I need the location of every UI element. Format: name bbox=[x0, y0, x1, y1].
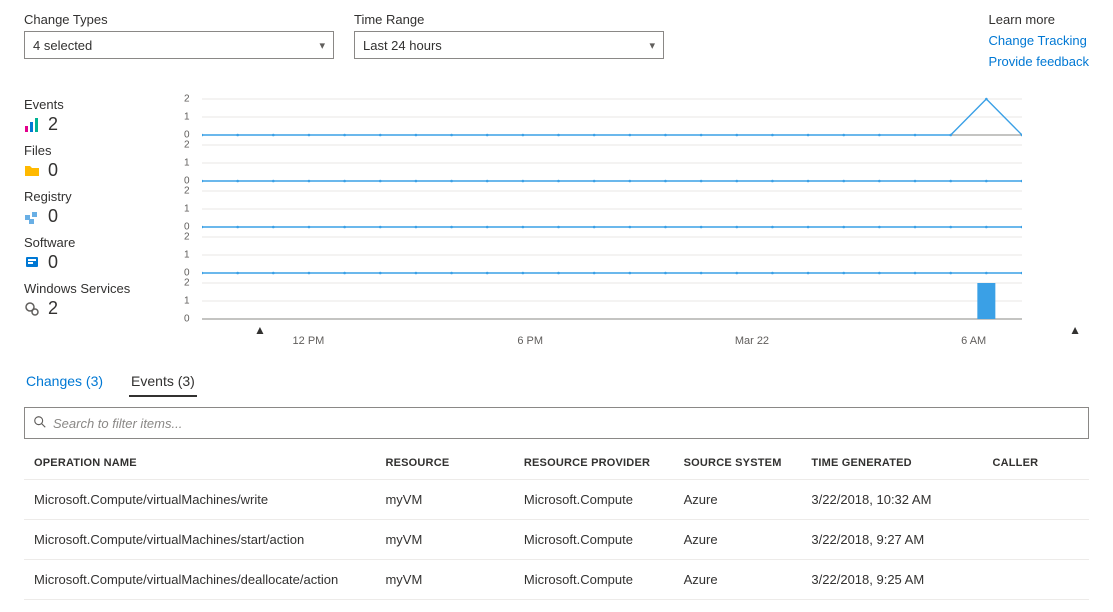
summary-events[interactable]: Events 2 bbox=[24, 97, 154, 135]
col-time[interactable]: TIME GENERATED bbox=[801, 447, 982, 480]
xaxis-label: Mar 22 bbox=[735, 335, 769, 347]
summary-software[interactable]: Software 0 bbox=[24, 235, 154, 273]
chart-svg bbox=[202, 189, 1022, 229]
table-row[interactable]: Microsoft.Compute/virtualMachines/start/… bbox=[24, 520, 1089, 560]
cell-res: myVM bbox=[375, 480, 513, 520]
range-handle-left[interactable]: ▲ bbox=[254, 323, 266, 337]
chart-row: 210 bbox=[174, 143, 1089, 189]
cell-caller bbox=[982, 520, 1089, 560]
summary-events-count: 2 bbox=[48, 114, 58, 135]
ytick: 2 bbox=[184, 232, 190, 243]
ytick: 0 bbox=[184, 314, 190, 325]
xaxis-label: 6 PM bbox=[517, 335, 543, 347]
summary-registry-count: 0 bbox=[48, 206, 58, 227]
cell-time: 3/22/2018, 9:25 AM bbox=[801, 560, 982, 600]
cell-src: Azure bbox=[674, 520, 802, 560]
ytick: 1 bbox=[184, 158, 190, 169]
registry-icon bbox=[24, 209, 40, 225]
cell-prov: Microsoft.Compute bbox=[514, 480, 674, 520]
ytick: 2 bbox=[184, 186, 190, 197]
cell-caller bbox=[982, 560, 1089, 600]
summary-files[interactable]: Files 0 bbox=[24, 143, 154, 181]
tab-changes[interactable]: Changes (3) bbox=[24, 367, 105, 397]
chart-svg bbox=[202, 143, 1022, 183]
chevron-down-icon: ▾ bbox=[319, 39, 325, 52]
ytick: 1 bbox=[184, 112, 190, 123]
cell-op: Microsoft.Compute/virtualMachines/deallo… bbox=[24, 560, 375, 600]
chart-row: 2 1 0 bbox=[174, 281, 1089, 327]
range-handle-right[interactable]: ▲ bbox=[1069, 323, 1081, 337]
gear-icon bbox=[24, 301, 40, 317]
table-row[interactable]: Microsoft.Compute/virtualMachines/deallo… bbox=[24, 560, 1089, 600]
cell-res: myVM bbox=[375, 560, 513, 600]
chart-row: 210 bbox=[174, 235, 1089, 281]
chart-svg bbox=[202, 235, 1022, 275]
cell-op: Microsoft.Compute/virtualMachines/start/… bbox=[24, 520, 375, 560]
ytick: 1 bbox=[184, 250, 190, 261]
chevron-down-icon: ▾ bbox=[649, 39, 655, 52]
folder-icon bbox=[24, 163, 40, 179]
summary-registry[interactable]: Registry 0 bbox=[24, 189, 154, 227]
cell-time: 3/22/2018, 10:32 AM bbox=[801, 480, 982, 520]
cell-src: Azure bbox=[674, 480, 802, 520]
software-icon bbox=[24, 255, 40, 271]
xaxis-label: 12 PM bbox=[293, 335, 325, 347]
time-range-dropdown[interactable]: Last 24 hours ▾ bbox=[354, 31, 664, 59]
summary-registry-label: Registry bbox=[24, 189, 154, 204]
ytick: 2 bbox=[184, 94, 190, 105]
cell-src: Azure bbox=[674, 560, 802, 600]
col-resource[interactable]: RESOURCE bbox=[375, 447, 513, 480]
summary-files-label: Files bbox=[24, 143, 154, 158]
summary-files-count: 0 bbox=[48, 160, 58, 181]
search-input[interactable] bbox=[53, 416, 1080, 431]
cell-prov: Microsoft.Compute bbox=[514, 560, 674, 600]
col-caller[interactable]: CALLER bbox=[982, 447, 1089, 480]
change-types-dropdown[interactable]: 4 selected ▾ bbox=[24, 31, 334, 59]
summary-services-label: Windows Services bbox=[24, 281, 154, 296]
summary-services-count: 2 bbox=[48, 298, 58, 319]
bar-chart-icon bbox=[24, 117, 40, 133]
summary-software-count: 0 bbox=[48, 252, 58, 273]
ytick: 1 bbox=[184, 204, 190, 215]
ytick: 1 bbox=[184, 296, 190, 307]
cell-op: Microsoft.Compute/virtualMachines/write bbox=[24, 480, 375, 520]
search-icon bbox=[33, 415, 47, 432]
col-operation[interactable]: OPERATION NAME bbox=[24, 447, 375, 480]
change-tracking-link[interactable]: Change Tracking bbox=[989, 33, 1089, 48]
col-provider[interactable]: RESOURCE PROVIDER bbox=[514, 447, 674, 480]
search-box[interactable] bbox=[24, 407, 1089, 439]
col-source[interactable]: SOURCE SYSTEM bbox=[674, 447, 802, 480]
time-range-value: Last 24 hours bbox=[363, 38, 442, 53]
summary-events-label: Events bbox=[24, 97, 154, 112]
chart-svg bbox=[202, 281, 1022, 321]
change-types-value: 4 selected bbox=[33, 38, 92, 53]
chart-row: 210 bbox=[174, 97, 1089, 143]
cell-prov: Microsoft.Compute bbox=[514, 520, 674, 560]
summary-services[interactable]: Windows Services 2 bbox=[24, 281, 154, 319]
learn-more-label: Learn more bbox=[989, 12, 1089, 27]
ytick: 2 bbox=[184, 278, 190, 289]
tab-events[interactable]: Events (3) bbox=[129, 367, 197, 397]
chart-svg bbox=[202, 97, 1022, 137]
charts-panel: 210210210210210 ▲ ▲ 12 PM 6 PM Mar 22 6 … bbox=[174, 97, 1089, 353]
xaxis-label: 6 AM bbox=[961, 335, 986, 347]
provide-feedback-link[interactable]: Provide feedback bbox=[989, 54, 1089, 69]
cell-time: 3/22/2018, 9:27 AM bbox=[801, 520, 982, 560]
summary-software-label: Software bbox=[24, 235, 154, 250]
cell-caller bbox=[982, 480, 1089, 520]
events-table: OPERATION NAME RESOURCE RESOURCE PROVIDE… bbox=[24, 447, 1089, 600]
ytick: 2 bbox=[184, 140, 190, 151]
cell-res: myVM bbox=[375, 520, 513, 560]
table-row[interactable]: Microsoft.Compute/virtualMachines/writem… bbox=[24, 480, 1089, 520]
change-types-label: Change Types bbox=[24, 12, 334, 27]
time-range-label: Time Range bbox=[354, 12, 664, 27]
chart-row: 210 bbox=[174, 189, 1089, 235]
